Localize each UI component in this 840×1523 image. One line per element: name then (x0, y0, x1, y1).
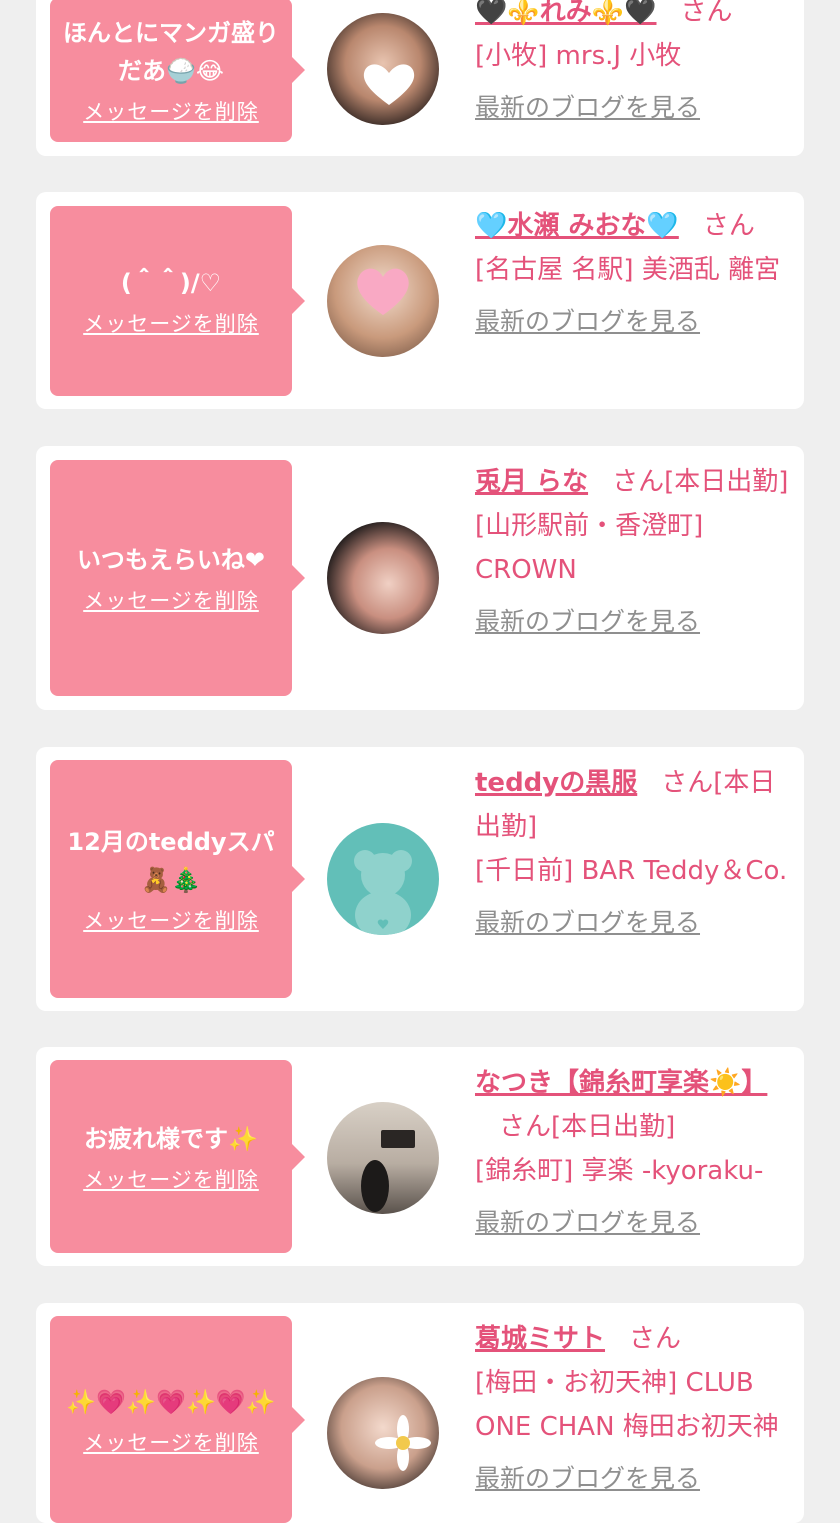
profile-info: 🩵水瀬 みおな🩵 さん [名古屋 名駅] 美酒乱 離宮 最新のブログを見る (475, 204, 790, 344)
message-text: ✨💗✨💗✨💗✨ (66, 1387, 276, 1416)
shop-text: [梅田・お初天神] CLUB ONE CHAN 梅田お初天神 (475, 1368, 779, 1442)
message-text: いつもえらいね❤ (76, 546, 266, 574)
avatar[interactable] (327, 823, 439, 935)
profile-info: 兎月 らな さん[本日出勤] [山形駅前・香澄町] CROWN 最新のブログを見る (475, 460, 790, 644)
latest-blog-link[interactable]: 最新のブログを見る (475, 901, 700, 945)
latest-blog-link[interactable]: 最新のブログを見る (475, 600, 700, 644)
message-card: いつもえらいね❤ メッセージを削除 兎月 らな さん[本日出勤] [山形駅前・香澄… (36, 446, 804, 710)
avatar[interactable] (327, 1102, 439, 1214)
message-bubble: お疲れ様です✨ メッセージを削除 (50, 1060, 305, 1253)
profile-name-link[interactable]: 🖤⚜️れみ⚜️🖤 (475, 0, 657, 27)
message-card: 12月のteddyスパ🧸🎄 メッセージを削除 teddyの黒服 さん[本日出勤] … (36, 747, 804, 1011)
shop-text: [小牧] mrs.J 小牧 (475, 41, 682, 71)
delete-message-link[interactable]: メッセージを削除 (83, 905, 259, 935)
delete-message-link[interactable]: メッセージを削除 (83, 1427, 259, 1457)
message-text: (＾＾)/♡ (120, 269, 222, 297)
honorific: さん (629, 1324, 682, 1354)
profile-info: 🖤⚜️れみ⚜️🖤 さん [小牧] mrs.J 小牧 最新のブログを見る (475, 0, 790, 130)
heart-sticker-icon (363, 64, 415, 105)
message-bubble: ほんとにマンガ盛りだあ🍚😂 メッセージを削除 (50, 0, 305, 142)
message-card: (＾＾)/♡ メッセージを削除 🩵水瀬 みおな🩵 さん [名古屋 名駅] 美酒乱 … (36, 192, 804, 409)
shop-text: [千日前] BAR Teddy＆Co. (475, 856, 788, 886)
teddy-bear-icon (354, 850, 412, 935)
message-text: ほんとにマンガ盛りだあ🍚😂 (63, 19, 279, 85)
delete-message-link[interactable]: メッセージを削除 (83, 96, 259, 126)
avatar[interactable] (327, 1377, 439, 1489)
shop-text: [名古屋 名駅] 美酒乱 離宮 (475, 255, 781, 285)
message-card: ほんとにマンガ盛りだあ🍚😂 メッセージを削除 🖤⚜️れみ⚜️🖤 さん [小牧] m… (36, 0, 804, 156)
delete-message-link[interactable]: メッセージを削除 (83, 1164, 259, 1194)
honorific: さん[本日出勤] (612, 467, 789, 497)
latest-blog-link[interactable]: 最新のブログを見る (475, 300, 700, 344)
avatar[interactable] (327, 245, 439, 357)
message-bubble: 12月のteddyスパ🧸🎄 メッセージを削除 (50, 760, 305, 998)
delete-message-link[interactable]: メッセージを削除 (83, 585, 259, 615)
message-card: ✨💗✨💗✨💗✨ メッセージを削除 葛城ミサト さん [梅田・お初天神] CLUB … (36, 1303, 804, 1523)
profile-name-link[interactable]: 🩵水瀬 みおな🩵 (475, 211, 679, 241)
profile-info: なつき【錦糸町享楽☀️】さん[本日出勤] [錦糸町] 享楽 -kyoraku- … (475, 1061, 790, 1245)
message-text: 12月のteddyスパ🧸🎄 (67, 828, 275, 894)
heart-sticker-icon (357, 268, 409, 315)
shop-text: [山形駅前・香澄町] CROWN (475, 511, 704, 585)
delete-message-link[interactable]: メッセージを削除 (83, 308, 259, 338)
honorific: さん (702, 211, 755, 241)
profile-info: 葛城ミサト さん [梅田・お初天神] CLUB ONE CHAN 梅田お初天神 最… (475, 1317, 790, 1501)
latest-blog-link[interactable]: 最新のブログを見る (475, 1457, 700, 1501)
profile-name-link[interactable]: 葛城ミサト (475, 1324, 605, 1354)
latest-blog-link[interactable]: 最新のブログを見る (475, 86, 700, 130)
shop-text: [錦糸町] 享楽 -kyoraku- (475, 1156, 764, 1186)
flower-sticker-icon (375, 1415, 431, 1471)
avatar[interactable] (327, 13, 439, 125)
profile-name-link[interactable]: teddyの黒服 (475, 768, 637, 798)
latest-blog-link[interactable]: 最新のブログを見る (475, 1201, 700, 1245)
message-bubble: いつもえらいね❤ メッセージを削除 (50, 460, 305, 696)
honorific: さん[本日出勤] (499, 1112, 676, 1142)
message-card: お疲れ様です✨ メッセージを削除 なつき【錦糸町享楽☀️】さん[本日出勤] [錦… (36, 1047, 804, 1266)
honorific: さん (680, 0, 733, 27)
message-bubble: (＾＾)/♡ メッセージを削除 (50, 206, 305, 396)
profile-info: teddyの黒服 さん[本日出勤] [千日前] BAR Teddy＆Co. 最新の… (475, 761, 790, 945)
message-text: お疲れ様です✨ (84, 1124, 258, 1153)
avatar[interactable] (327, 522, 439, 634)
person-silhouette-icon (361, 1130, 415, 1212)
profile-name-link[interactable]: 兎月 らな (475, 467, 588, 497)
profile-name-link[interactable]: なつき【錦糸町享楽☀️】 (475, 1068, 767, 1098)
message-bubble: ✨💗✨💗✨💗✨ メッセージを削除 (50, 1316, 305, 1523)
